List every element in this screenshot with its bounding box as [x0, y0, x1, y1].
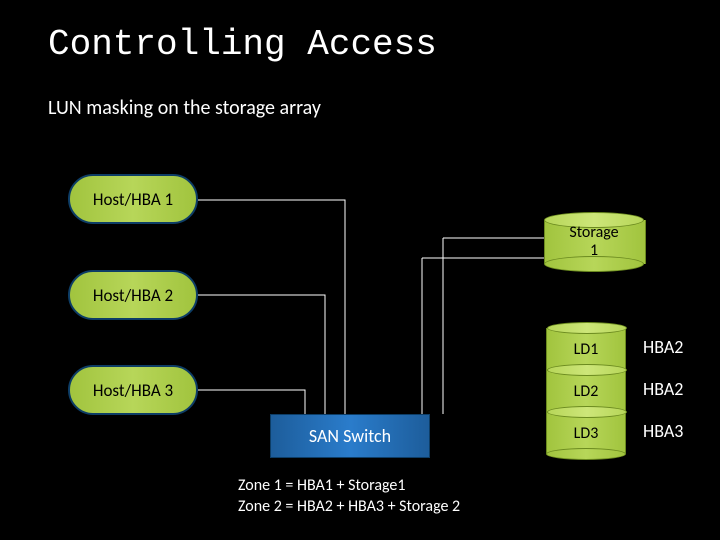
ld1-mapping: HBA2 — [643, 336, 683, 358]
storage-1: Storage 1 — [544, 212, 644, 272]
zone-1-text: Zone 1 = HBA1 + Storage1 — [238, 476, 405, 495]
ld3: LD3 — [546, 412, 626, 454]
slide-title: Controlling Access — [48, 24, 437, 65]
zone-2-text: Zone 2 = HBA2 + HBA3 + Storage 2 — [238, 497, 460, 516]
ld2-mapping: HBA2 — [643, 378, 683, 400]
storage-label-line2: 1 — [590, 241, 598, 260]
ld-stack: LD1 LD2 LD3 — [546, 328, 626, 454]
slide-subtitle: LUN masking on the storage array — [48, 96, 321, 120]
san-switch: SAN Switch — [270, 414, 430, 458]
host-hba-3: Host/HBA 3 — [68, 365, 198, 415]
storage-label-line1: Storage — [569, 223, 618, 242]
host-hba-2: Host/HBA 2 — [68, 270, 198, 320]
ld3-mapping: HBA3 — [643, 420, 683, 442]
zone-definitions: Zone 1 = HBA1 + Storage1 Zone 2 = HBA2 +… — [238, 476, 460, 518]
host-hba-1: Host/HBA 1 — [68, 174, 198, 224]
